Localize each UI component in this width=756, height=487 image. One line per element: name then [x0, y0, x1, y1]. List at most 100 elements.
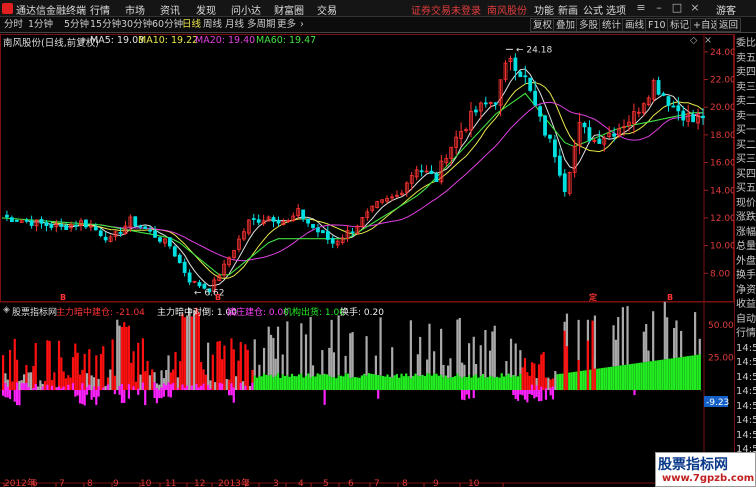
indicator-bar [253, 375, 256, 390]
candle [459, 122, 464, 147]
indicator-bar [34, 343, 37, 390]
indicator-bar [516, 376, 520, 390]
menu-discover[interactable]: 发现 [196, 2, 216, 17]
indicator-bar [85, 386, 89, 390]
indicator-bar-negative [472, 390, 475, 399]
tab-multi-period[interactable]: 多周期 [246, 18, 277, 32]
tab-60min[interactable]: 60分钟 [151, 18, 184, 32]
quote-panel-item: 总量 [736, 241, 756, 252]
indicator-bar [440, 328, 443, 375]
indicator-bar [640, 362, 643, 390]
candle [133, 216, 138, 227]
indicator-bar [262, 373, 266, 390]
indicator-bar [269, 334, 273, 375]
indicator-bar [635, 363, 638, 390]
menu-wealth[interactable]: 财富圈 [274, 2, 304, 17]
indicator-bar [575, 371, 578, 390]
tool-multi-stock[interactable]: 多股 [576, 18, 602, 32]
indicator-bar [139, 374, 142, 390]
candle [84, 219, 88, 230]
menu-quotes[interactable]: 行情 [90, 2, 110, 17]
candle [375, 200, 380, 209]
candle [365, 208, 370, 221]
tab-30min[interactable]: 30分钟 [120, 18, 153, 32]
tool-draw[interactable]: 画线 [622, 18, 648, 32]
indicator-bar [13, 338, 16, 390]
more-arrow-icon[interactable]: › [299, 18, 305, 32]
candle-body [256, 219, 261, 223]
sub-settings-icon[interactable]: ◈ [3, 305, 10, 315]
tab-daily[interactable]: 日线 [181, 18, 202, 32]
menu-trade[interactable]: 交易 [317, 2, 337, 17]
window-minimize-icon[interactable]: – [652, 1, 666, 15]
indicator-bar [48, 340, 51, 390]
candle-body [523, 75, 528, 78]
window-close-icon[interactable]: × [688, 1, 702, 15]
tab-timeshare[interactable]: 分时 [3, 18, 24, 32]
indicator-bar [60, 388, 63, 390]
indicator-bar [272, 377, 275, 390]
menu-formula[interactable]: 公式 [583, 2, 603, 17]
tab-5min[interactable]: 5分钟 [63, 18, 90, 32]
candle-body [9, 217, 14, 222]
tool-back[interactable]: 返回 [716, 18, 742, 32]
menu-news[interactable]: 资讯 [160, 2, 180, 17]
tool-adjust[interactable]: 复权 [530, 18, 556, 32]
indicator-bar [491, 331, 494, 377]
candle [543, 114, 547, 138]
tab-monthly[interactable]: 月线 [224, 18, 245, 32]
menu-options[interactable]: 选项 [606, 2, 626, 17]
indicator-bar [46, 340, 49, 390]
menu-market[interactable]: 市场 [125, 2, 145, 17]
candle [681, 106, 686, 127]
quote-panel-item: 卖四 [736, 67, 756, 78]
indicator-bar [388, 376, 391, 390]
indicator-bar [255, 377, 259, 390]
indicator-bar [116, 319, 119, 390]
indicator-bar [488, 350, 492, 376]
indicator-bar [32, 366, 35, 390]
indicator-bar [398, 377, 401, 390]
indicator-bar [218, 382, 221, 390]
indicator-bar [335, 378, 338, 390]
indicator-bar [162, 383, 165, 390]
tool-overlay[interactable]: 叠加 [553, 18, 579, 32]
candle [320, 229, 325, 234]
indicator-bar [67, 384, 70, 390]
menu-function[interactable]: 功能 [534, 2, 554, 17]
candle-body [172, 246, 177, 257]
tab-weekly[interactable]: 周线 [202, 18, 223, 32]
login-warning[interactable]: 证券交易未登录 [411, 2, 481, 17]
indicator-bar [554, 371, 557, 390]
candle-body [562, 173, 567, 193]
indicator-bar [507, 373, 510, 390]
indicator-bar [50, 385, 54, 390]
indicator-bar [274, 375, 277, 390]
indicator-bar [610, 366, 613, 390]
tab-more[interactable]: 更多 [276, 18, 297, 32]
indicator-bar [239, 341, 242, 390]
candle [562, 169, 567, 197]
indicator-3: 搞庄建仓: 0.00 [227, 308, 289, 318]
menu-ask[interactable]: 问小达 [231, 2, 261, 17]
guest-label[interactable]: 游客 [716, 2, 736, 17]
indicator-bar [95, 355, 98, 390]
indicator-bar [680, 357, 683, 390]
window-list-icon[interactable]: ≡ [634, 1, 648, 15]
indicator-bar [519, 350, 522, 374]
indicator-bar [612, 325, 615, 367]
tool-f10[interactable]: F10 [645, 18, 669, 32]
indicator-bar-negative [540, 390, 543, 401]
indicator-bar [645, 324, 648, 362]
tool-mark[interactable]: 标记 [667, 18, 693, 32]
candle-body [419, 170, 424, 173]
tab-1min[interactable]: 1分钟 [27, 18, 54, 32]
chart-area[interactable]: 24.00 22.00 20.00 18.00 16.00 14.00 12.00 10.00… [0, 34, 734, 487]
quote-panel-item: 14:56 [736, 429, 756, 441]
tool-stats[interactable]: 统计 [599, 18, 625, 32]
tab-15min[interactable]: 15分钟 [89, 18, 122, 32]
date-tick-label: 3 [273, 479, 279, 487]
menu-new-draw[interactable]: 新画 [558, 2, 578, 17]
indicator-bar [109, 369, 112, 390]
window-maximize-icon[interactable]: □ [670, 1, 684, 15]
